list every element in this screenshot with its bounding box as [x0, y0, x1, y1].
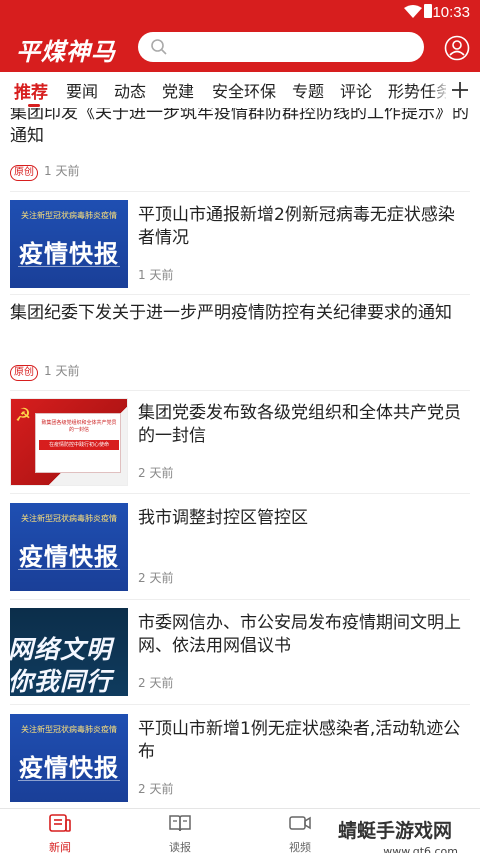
- thumb-caption: 致集团各级党组织和全体共产党员的一封信: [41, 420, 117, 433]
- news-time: 1 天前: [44, 364, 80, 378]
- tab-party[interactable]: 党建: [162, 78, 194, 102]
- tab-recommend[interactable]: 推荐: [14, 78, 48, 103]
- watermark-url: www.qt6.com: [383, 845, 458, 853]
- nav-label: 新闻: [49, 841, 71, 853]
- nav-read-paper[interactable]: 读报: [150, 813, 210, 853]
- news-icon: [49, 814, 71, 832]
- news-thumbnail: 关注新型冠状病毒肺炎疫情 疫情快报: [10, 714, 128, 802]
- news-feed: 集团印发《关于进一步筑牢疫情群防群控防线的工作提示》的通知 原创 1 天前 关注新…: [0, 108, 480, 808]
- news-item[interactable]: ☭ 致集团各级党组织和全体共产党员的一封信 在疫情防控中践行初心使命 集团党委发…: [0, 398, 480, 494]
- thumb-headline: 疫情快报: [19, 240, 119, 268]
- nav-label: 视频: [289, 841, 311, 853]
- video-icon: [289, 816, 311, 830]
- news-time: 2 天前: [138, 676, 174, 690]
- nav-label: 读报: [169, 841, 191, 853]
- news-time: 1 天前: [44, 164, 80, 178]
- wifi-icon: [404, 5, 422, 18]
- book-icon: [169, 815, 191, 832]
- user-profile-icon[interactable]: [444, 35, 470, 61]
- news-time: 2 天前: [138, 466, 174, 480]
- news-time: 1 天前: [138, 268, 174, 282]
- status-time: 10:33: [432, 4, 470, 21]
- news-item[interactable]: 关注新型冠状病毒肺炎疫情 疫情快报 平顶山市新增1例无症状感染者,活动轨迹公布 …: [0, 714, 480, 808]
- news-thumbnail: 网络文明 你我同行: [10, 608, 128, 696]
- thumb-headline: 在疫情防控中践行初心使命: [39, 440, 119, 450]
- news-meta: 原创 1 天前: [10, 362, 79, 381]
- watermark-text: 蜻蜓手游戏网: [338, 820, 453, 842]
- app-logo: 平煤神马: [16, 37, 116, 66]
- battery-icon: [424, 4, 432, 18]
- news-title: 平顶山市新增1例无症状感染者,活动轨迹公布: [138, 719, 461, 762]
- news-title: 平顶山市通报新增2例新冠病毒无症状感染者情况: [138, 205, 455, 248]
- search-bar[interactable]: [138, 32, 424, 62]
- news-item[interactable]: 关注新型冠状病毒肺炎疫情 疫情快报 平顶山市通报新增2例新冠病毒无症状感染者情况…: [0, 200, 480, 296]
- news-item[interactable]: 关注新型冠状病毒肺炎疫情 疫情快报 我市调整封控区管控区 2 天前: [0, 503, 480, 599]
- divider: [10, 493, 470, 494]
- tab-comments[interactable]: 评论: [340, 78, 372, 102]
- news-title: 集团纪委下发关于进一步严明疫情防控有关纪律要求的通知: [10, 303, 452, 323]
- thumb-caption: 关注新型冠状病毒肺炎疫情: [21, 725, 117, 734]
- news-time: 2 天前: [138, 782, 174, 796]
- thumb-headline: 网络文明: [10, 635, 113, 664]
- tab-topics[interactable]: 专题: [292, 78, 324, 102]
- news-item[interactable]: 集团印发《关于进一步筑牢疫情群防群控防线的工作提示》的通知 原创 1 天前: [0, 108, 480, 190]
- thumb-headline: 疫情快报: [19, 543, 119, 571]
- thumb-caption: 你我同行: [10, 667, 113, 696]
- watermark: 蜻蜓手游戏网 www.qt6.com: [338, 816, 476, 853]
- news-meta: 原创 1 天前: [10, 162, 79, 181]
- original-badge: 原创: [10, 165, 38, 181]
- category-tabs: 推荐 要闻 动态 党建 安全环保 专题 评论 形势任务: [0, 72, 480, 108]
- original-badge: 原创: [10, 365, 38, 381]
- news-item[interactable]: 集团纪委下发关于进一步严明疫情防控有关纪律要求的通知 原创 1 天前: [0, 302, 480, 390]
- search-input[interactable]: [174, 36, 414, 58]
- news-item[interactable]: 网络文明 你我同行 市委网信办、市公安局发布疫情期间文明上网、依法用网倡议书 2…: [0, 608, 480, 704]
- news-title: 集团党委发布致各级党组织和全体共产党员的一封信: [138, 403, 461, 446]
- news-thumbnail: 关注新型冠状病毒肺炎疫情 疫情快报: [10, 200, 128, 288]
- add-channel-icon[interactable]: [446, 76, 474, 104]
- tab-headlines[interactable]: 要闻: [66, 78, 98, 102]
- divider: [10, 704, 470, 705]
- tab-active-indicator: [28, 104, 40, 107]
- divider: [10, 390, 470, 391]
- nav-news[interactable]: 新闻: [30, 813, 90, 853]
- search-icon: [151, 39, 167, 55]
- divider: [10, 191, 470, 192]
- party-emblem-icon: ☭: [15, 405, 32, 426]
- status-bar: 10:33: [0, 0, 480, 26]
- divider: [10, 599, 470, 600]
- tab-dynamics[interactable]: 动态: [114, 78, 146, 102]
- thumb-headline: 疫情快报: [19, 754, 119, 782]
- thumb-caption: 关注新型冠状病毒肺炎疫情: [21, 211, 117, 220]
- app-header: 10:33 平煤神马: [0, 0, 480, 72]
- news-title: 市委网信办、市公安局发布疫情期间文明上网、依法用网倡议书: [138, 613, 461, 656]
- news-title: 我市调整封控区管控区: [138, 508, 308, 528]
- news-time: 2 天前: [138, 571, 174, 585]
- divider: [10, 294, 470, 295]
- news-thumbnail: ☭ 致集团各级党组织和全体共产党员的一封信 在疫情防控中践行初心使命: [10, 398, 128, 486]
- thumb-caption: 关注新型冠状病毒肺炎疫情: [21, 514, 117, 523]
- news-title: 集团印发《关于进一步筑牢疫情群防群控防线的工作提示》的通知: [10, 108, 469, 146]
- news-thumbnail: 关注新型冠状病毒肺炎疫情 疫情快报: [10, 503, 128, 591]
- tab-safety[interactable]: 安全环保: [212, 78, 276, 102]
- nav-video[interactable]: 视频: [270, 813, 330, 853]
